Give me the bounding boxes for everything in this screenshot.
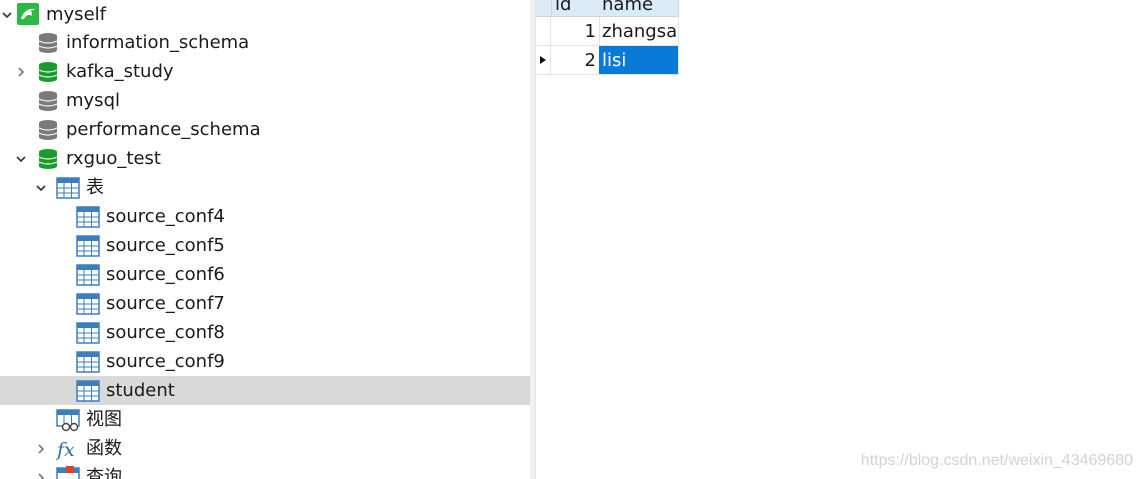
table-icon (76, 321, 100, 345)
chevron-right-icon[interactable] (34, 463, 48, 479)
tree-node-table-selected[interactable]: student (0, 376, 530, 405)
database-label: rxguo_test (66, 148, 161, 169)
tree-node-functions-folder[interactable]: fx 函数 (0, 434, 530, 463)
row-indicator[interactable] (536, 17, 551, 46)
table-label: source_conf5 (106, 235, 225, 256)
chevron-right-icon[interactable] (34, 434, 48, 463)
tree-node-table[interactable]: source_conf9 (0, 347, 530, 376)
column-header-id[interactable]: id (552, 0, 600, 17)
tree-node-tables-folder[interactable]: 表 (0, 173, 530, 202)
table-label: source_conf9 (106, 351, 225, 372)
table-icon (76, 234, 100, 258)
table-icon (76, 292, 100, 316)
dolphin-connection-icon (16, 2, 40, 26)
row-indicator-current[interactable] (536, 46, 551, 75)
database-green-icon (36, 60, 60, 84)
tree-node-database[interactable]: kafka_study (0, 57, 530, 86)
tree-node-table[interactable]: source_conf8 (0, 318, 530, 347)
database-label: kafka_study (66, 61, 174, 82)
tree-node-queries-folder[interactable]: 查询 (0, 463, 530, 479)
chevron-right-icon[interactable] (14, 57, 28, 86)
cell-id[interactable]: 2 (551, 46, 600, 75)
database-green-icon (36, 147, 60, 171)
table-icon (76, 263, 100, 287)
table-icon (76, 379, 100, 403)
table-label: source_conf4 (106, 206, 225, 227)
cell-name[interactable]: zhangsan (599, 17, 679, 46)
database-gray-icon (36, 89, 60, 113)
tables-folder-label: 表 (86, 177, 104, 198)
database-label: mysql (66, 90, 120, 111)
chevron-down-icon[interactable] (0, 0, 14, 29)
table-icon (76, 350, 100, 374)
svg-text:fx: fx (56, 439, 75, 461)
query-icon (56, 466, 80, 479)
function-icon: fx (56, 437, 80, 461)
database-label: information_schema (66, 32, 250, 53)
cell-id[interactable]: 1 (551, 17, 600, 46)
queries-folder-label: 查询 (86, 467, 122, 479)
column-header-name[interactable]: name (599, 0, 679, 17)
object-tree: myself information_schema kafka_study my… (0, 0, 530, 479)
table-label: source_conf8 (106, 322, 225, 343)
tree-node-table[interactable]: source_conf6 (0, 260, 530, 289)
tree-node-table[interactable]: source_conf4 (0, 202, 530, 231)
functions-folder-label: 函数 (86, 438, 122, 459)
chevron-down-icon[interactable] (34, 173, 48, 202)
views-folder-label: 视图 (86, 409, 122, 430)
tree-node-connection[interactable]: myself (0, 0, 530, 29)
table-label: source_conf6 (106, 264, 225, 285)
table-label: source_conf7 (106, 293, 225, 314)
view-folder-icon (56, 408, 80, 432)
table-icon (76, 205, 100, 229)
chevron-down-icon[interactable] (14, 144, 28, 173)
database-gray-icon (36, 118, 60, 142)
tree-node-database[interactable]: rxguo_test (0, 144, 530, 173)
tree-node-database[interactable]: information_schema (0, 28, 530, 57)
table-folder-icon (56, 176, 80, 200)
tree-node-table[interactable]: source_conf5 (0, 231, 530, 260)
grid-corner-header (536, 0, 552, 17)
cell-name-selected[interactable]: lisi (599, 46, 679, 75)
data-grid-panel: id name 1 zhangsan 2 lisi https://blog.c… (536, 0, 1142, 479)
database-label: performance_schema (66, 119, 261, 140)
watermark: https://blog.csdn.net/weixin_43469680 (860, 452, 1133, 469)
tree-node-database[interactable]: performance_schema (0, 115, 530, 144)
current-row-arrow-icon (540, 56, 546, 64)
table-label: student (106, 380, 175, 401)
connection-label: myself (46, 4, 106, 25)
tree-node-database[interactable]: mysql (0, 86, 530, 115)
tree-node-table[interactable]: source_conf7 (0, 289, 530, 318)
database-gray-icon (36, 31, 60, 55)
tree-node-views-folder[interactable]: 视图 (0, 405, 530, 434)
